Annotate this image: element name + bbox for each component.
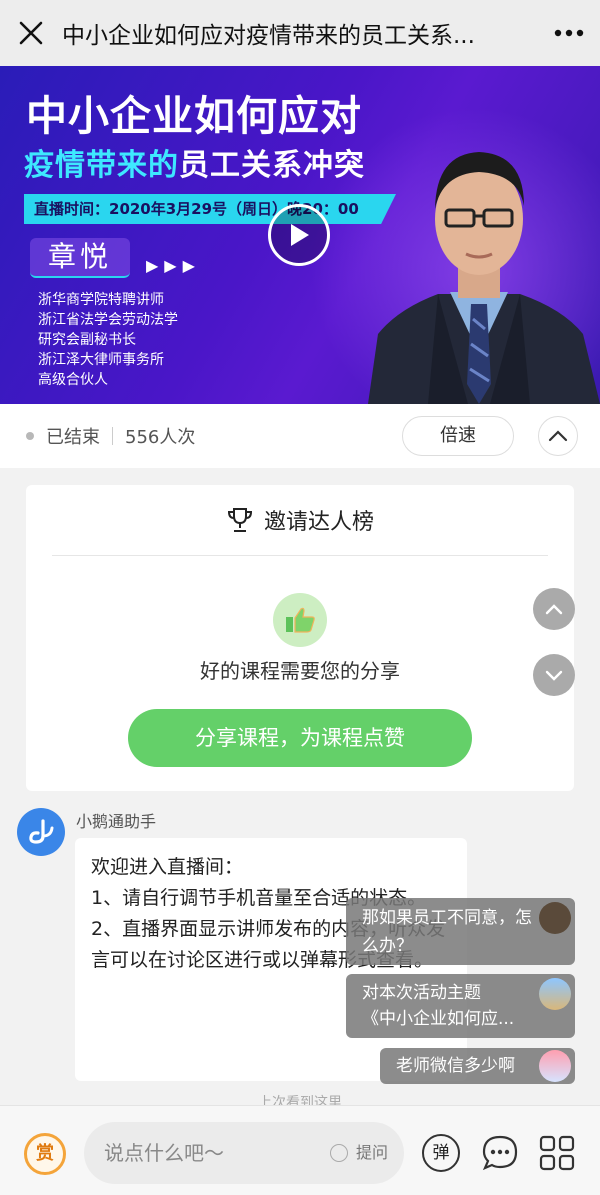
top-bar: 中小企业如何应对疫情带来的员工关系... [0, 0, 600, 66]
play-icon [291, 224, 309, 246]
arrows-decoration: ▶▶▶ [146, 256, 201, 275]
music-note-icon [29, 819, 54, 844]
menu-grid-button[interactable] [538, 1134, 576, 1172]
speaker-title-line: 浙江省法学会劳动法学 [38, 312, 178, 328]
banner-subtitle: 疫情带来的员工关系冲突 [24, 140, 365, 184]
close-button[interactable] [0, 0, 62, 66]
ask-question-toggle[interactable]: 提问 [329, 1122, 388, 1184]
comment-input[interactable]: 说点什么吧～ 提问 [84, 1122, 404, 1184]
share-course-button[interactable]: 分享课程，为课程点赞 [128, 709, 472, 767]
comment-placeholder: 说点什么吧～ [104, 1141, 224, 1165]
collapse-button[interactable] [538, 416, 578, 456]
speaker-titles: 浙华商学院特聘讲师 浙江省法学会劳动法学 研究会副秘书长 浙江泽大律师事务所 高… [38, 290, 178, 390]
share-prompt: 好的课程需要您的分享 [200, 659, 400, 683]
radio-icon [329, 1144, 348, 1162]
scroll-down-button[interactable] [533, 654, 575, 696]
chat-button[interactable] [481, 1134, 519, 1172]
grid-icon [539, 1135, 575, 1171]
thumbs-up-icon [273, 593, 327, 647]
message-line: 欢迎进入直播间： [91, 856, 244, 878]
danmaku-avatar [539, 1050, 571, 1082]
danmaku-item: 那如果员工不同意，怎么办？ [346, 898, 575, 965]
banner-subtitle-rest: 员工关系冲突 [179, 148, 365, 183]
live-time: 直播时间：2020年3月29号（周日）晚20：00 [24, 194, 396, 224]
status-dot [26, 432, 34, 440]
speaker-title-line: 浙华商学院特聘讲师 [38, 292, 164, 308]
danmaku-avatar [539, 978, 571, 1010]
danmaku-text: 老师微信多少啊 [396, 1056, 515, 1076]
reward-button[interactable]: 赏 [24, 1133, 66, 1175]
trophy-icon [227, 508, 252, 532]
live-status: 已结束 [46, 427, 100, 448]
speaker-photo [368, 152, 600, 404]
more-button[interactable] [538, 0, 600, 66]
danmaku-toggle-button[interactable]: 弹 [422, 1134, 460, 1172]
danmaku-text: 《中小企业如何应... [362, 1009, 515, 1029]
banner-title: 中小企业如何应对 [26, 92, 362, 140]
video-cover[interactable]: 中小企业如何应对 疫情带来的员工关系冲突 直播时间：2020年3月29号（周日）… [0, 66, 600, 404]
more-icon [554, 29, 584, 37]
speaker-name: 章悦 [30, 238, 130, 278]
card-title: 邀请达人榜 [263, 510, 374, 535]
speaker-title-line: 高级合伙人 [38, 372, 108, 388]
ask-label: 提问 [355, 1143, 388, 1162]
chat-bubble-icon [482, 1135, 518, 1171]
banner-subtitle-highlight: 疫情带来的 [24, 148, 179, 183]
view-count: 556人次 [125, 427, 196, 448]
play-button[interactable] [268, 204, 330, 266]
danmaku-text: 对本次活动主题 [362, 983, 481, 1003]
card-divider [52, 555, 548, 556]
danmaku-item: 对本次活动主题 《中小企业如何应... [346, 974, 575, 1038]
sender-name: 小鹅通助手 [76, 812, 157, 831]
chevron-down-icon [545, 670, 563, 681]
page-title: 中小企业如何应对疫情带来的员工关系... [62, 23, 475, 49]
chevron-up-icon [548, 430, 568, 442]
status-row: 已结束 556人次 倍速 [0, 404, 600, 468]
divider [112, 427, 113, 445]
card-header: 邀请达人榜 [26, 485, 574, 555]
assistant-avatar[interactable] [17, 808, 65, 856]
bottom-bar: 赏 说点什么吧～ 提问 弹 [0, 1105, 600, 1195]
danmaku-item: 老师微信多少啊 [380, 1048, 575, 1084]
chevron-up-icon [545, 603, 563, 614]
playback-speed-button[interactable]: 倍速 [402, 416, 514, 456]
danmaku-text: 那如果员工不同意，怎么办？ [362, 908, 532, 956]
speaker-title-line: 研究会副秘书长 [38, 332, 136, 348]
close-icon [19, 21, 43, 45]
speaker-title-line: 浙江泽大律师事务所 [38, 352, 164, 368]
scroll-up-button[interactable] [533, 588, 575, 630]
danmaku-avatar [539, 902, 571, 934]
invite-ranking-card: 邀请达人榜 好的课程需要您的分享 分享课程，为课程点赞 [26, 485, 574, 791]
